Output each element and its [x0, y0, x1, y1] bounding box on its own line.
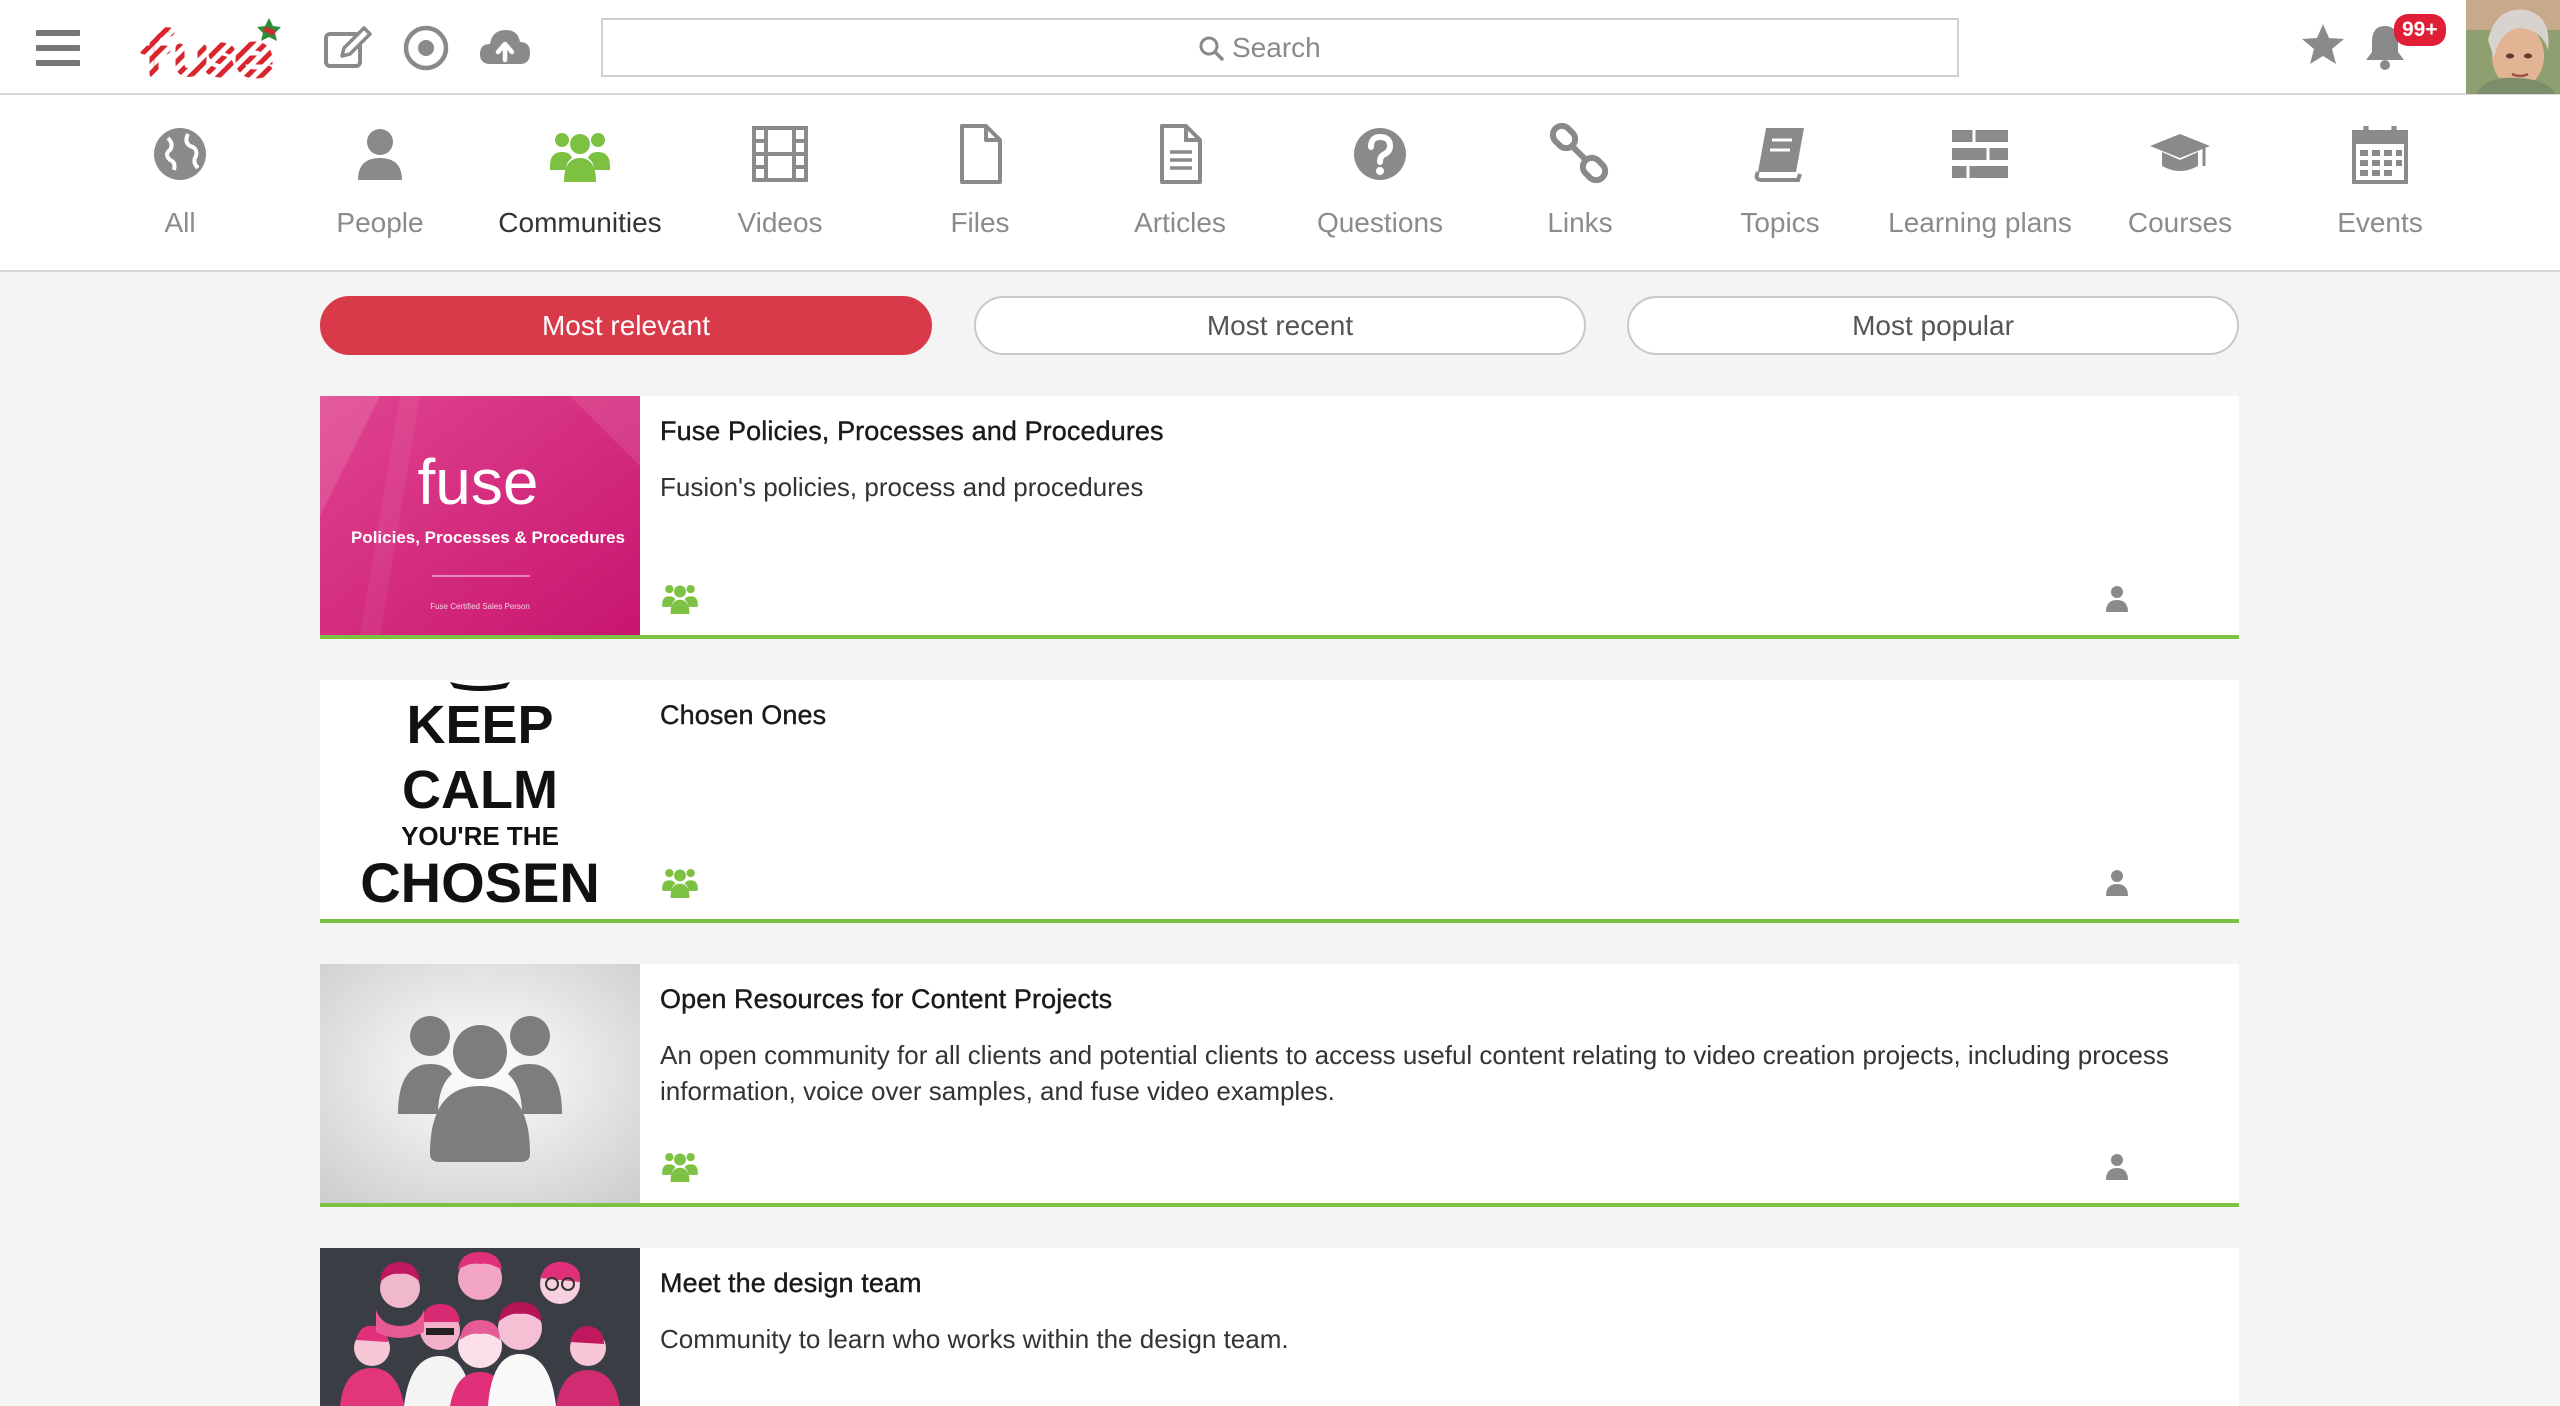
category-label: Communities — [498, 207, 662, 238]
community-group-icon — [662, 584, 698, 614]
category-label: Events — [2337, 207, 2423, 238]
community-title[interactable]: Open Resources for Content Projects — [660, 984, 1113, 1015]
group-icon — [550, 133, 610, 182]
category-links[interactable]: Links — [1480, 95, 1680, 270]
community-card[interactable]: fuse Policies, Processes & Procedures Fu… — [320, 396, 2239, 639]
upload-cloud-icon[interactable] — [478, 22, 532, 74]
community-thumbnail[interactable] — [320, 964, 640, 1203]
book-icon — [1754, 128, 1804, 182]
keep-calm-line2: CALM — [402, 760, 558, 820]
favorites-star-icon[interactable] — [2298, 20, 2348, 70]
user-avatar[interactable] — [2466, 0, 2560, 94]
learning-plan-icon — [1952, 130, 2008, 178]
community-thumbnail[interactable]: KEEP CALM YOU'RE THE CHOSEN — [320, 680, 640, 919]
category-events[interactable]: Events — [2280, 95, 2480, 270]
community-title[interactable]: Chosen Ones — [660, 700, 827, 731]
category-label: Learning plans — [1888, 207, 2072, 238]
compose-icon[interactable] — [320, 22, 374, 74]
globe-icon — [154, 128, 206, 180]
search-input[interactable] — [1232, 31, 1362, 64]
link-icon — [1549, 122, 1609, 184]
community-group-icon — [662, 1152, 698, 1182]
thumbnail-brand-text: fuse — [418, 446, 539, 518]
thumbnail-subtitle: Policies, Processes & Procedures — [351, 528, 625, 547]
menu-icon[interactable] — [36, 30, 80, 66]
sort-most-relevant[interactable]: Most relevant — [320, 296, 932, 355]
category-label: Courses — [2127, 207, 2233, 238]
community-card[interactable]: KEEP CALM YOU'RE THE CHOSEN Chosen Ones — [320, 680, 2239, 923]
category-questions[interactable]: Questions — [1280, 95, 1480, 270]
article-icon — [1160, 124, 1202, 184]
record-icon[interactable] — [400, 22, 454, 74]
community-thumbnail[interactable] — [320, 1248, 640, 1406]
category-label: Articles — [1134, 207, 1226, 238]
category-courses[interactable]: Courses — [2080, 95, 2280, 270]
graduation-cap-icon — [2150, 134, 2210, 171]
community-card[interactable]: Meet the design team Community to learn … — [320, 1248, 2239, 1406]
category-label: Links — [1547, 207, 1613, 238]
search-bar[interactable] — [601, 18, 1959, 77]
film-icon — [752, 126, 808, 182]
category-nav: All People Communities Videos Files Arti… — [0, 95, 2560, 272]
file-icon — [960, 124, 1002, 184]
member-icon[interactable] — [2104, 584, 2130, 612]
member-icon[interactable] — [2104, 1152, 2130, 1180]
community-title[interactable]: Fuse Policies, Processes and Procedures — [660, 416, 1164, 447]
category-learning-plans[interactable]: Learning plans — [1880, 95, 2080, 270]
category-communities[interactable]: Communities — [480, 95, 680, 270]
category-people[interactable]: People — [280, 95, 480, 270]
category-all[interactable]: All — [80, 95, 280, 270]
community-card[interactable]: Open Resources for Content Projects An o… — [320, 964, 2239, 1207]
category-label: All — [164, 207, 196, 238]
calendar-icon — [2352, 126, 2408, 184]
sort-most-recent[interactable]: Most recent — [974, 296, 1586, 355]
category-topics[interactable]: Topics — [1680, 95, 1880, 270]
category-files[interactable]: Files — [880, 95, 1080, 270]
thumbnail-footer: Fuse Certified Sales Person — [430, 602, 530, 611]
keep-calm-line4: CHOSEN — [360, 851, 600, 914]
notifications-badge: 99+ — [2394, 14, 2446, 46]
community-group-icon — [662, 868, 698, 898]
category-label: People — [336, 207, 424, 238]
keep-calm-line3: YOU'RE THE — [401, 821, 559, 851]
top-bar: 99+ — [0, 0, 2560, 95]
category-label: Videos — [737, 207, 823, 238]
member-icon[interactable] — [2104, 868, 2130, 896]
community-title[interactable]: Meet the design team — [660, 1268, 922, 1299]
category-label: Topics — [1740, 207, 1820, 238]
search-icon — [1199, 36, 1224, 61]
community-thumbnail[interactable]: fuse Policies, Processes & Procedures Fu… — [320, 396, 640, 635]
community-description: Community to learn who works within the … — [660, 1324, 1289, 1354]
sort-most-popular[interactable]: Most popular — [1627, 296, 2239, 355]
category-label: Questions — [1316, 207, 1444, 238]
category-articles[interactable]: Articles — [1080, 95, 1280, 270]
keep-calm-line1: KEEP — [406, 695, 553, 755]
category-videos[interactable]: Videos — [680, 95, 880, 270]
category-label: Files — [950, 207, 1010, 238]
question-icon — [1354, 128, 1406, 180]
community-description: An open community for all clients and po… — [660, 1040, 2169, 1106]
fuse-logo[interactable] — [134, 16, 284, 82]
community-description: Fusion's policies, process and procedure… — [660, 472, 1144, 502]
person-icon — [358, 129, 402, 180]
